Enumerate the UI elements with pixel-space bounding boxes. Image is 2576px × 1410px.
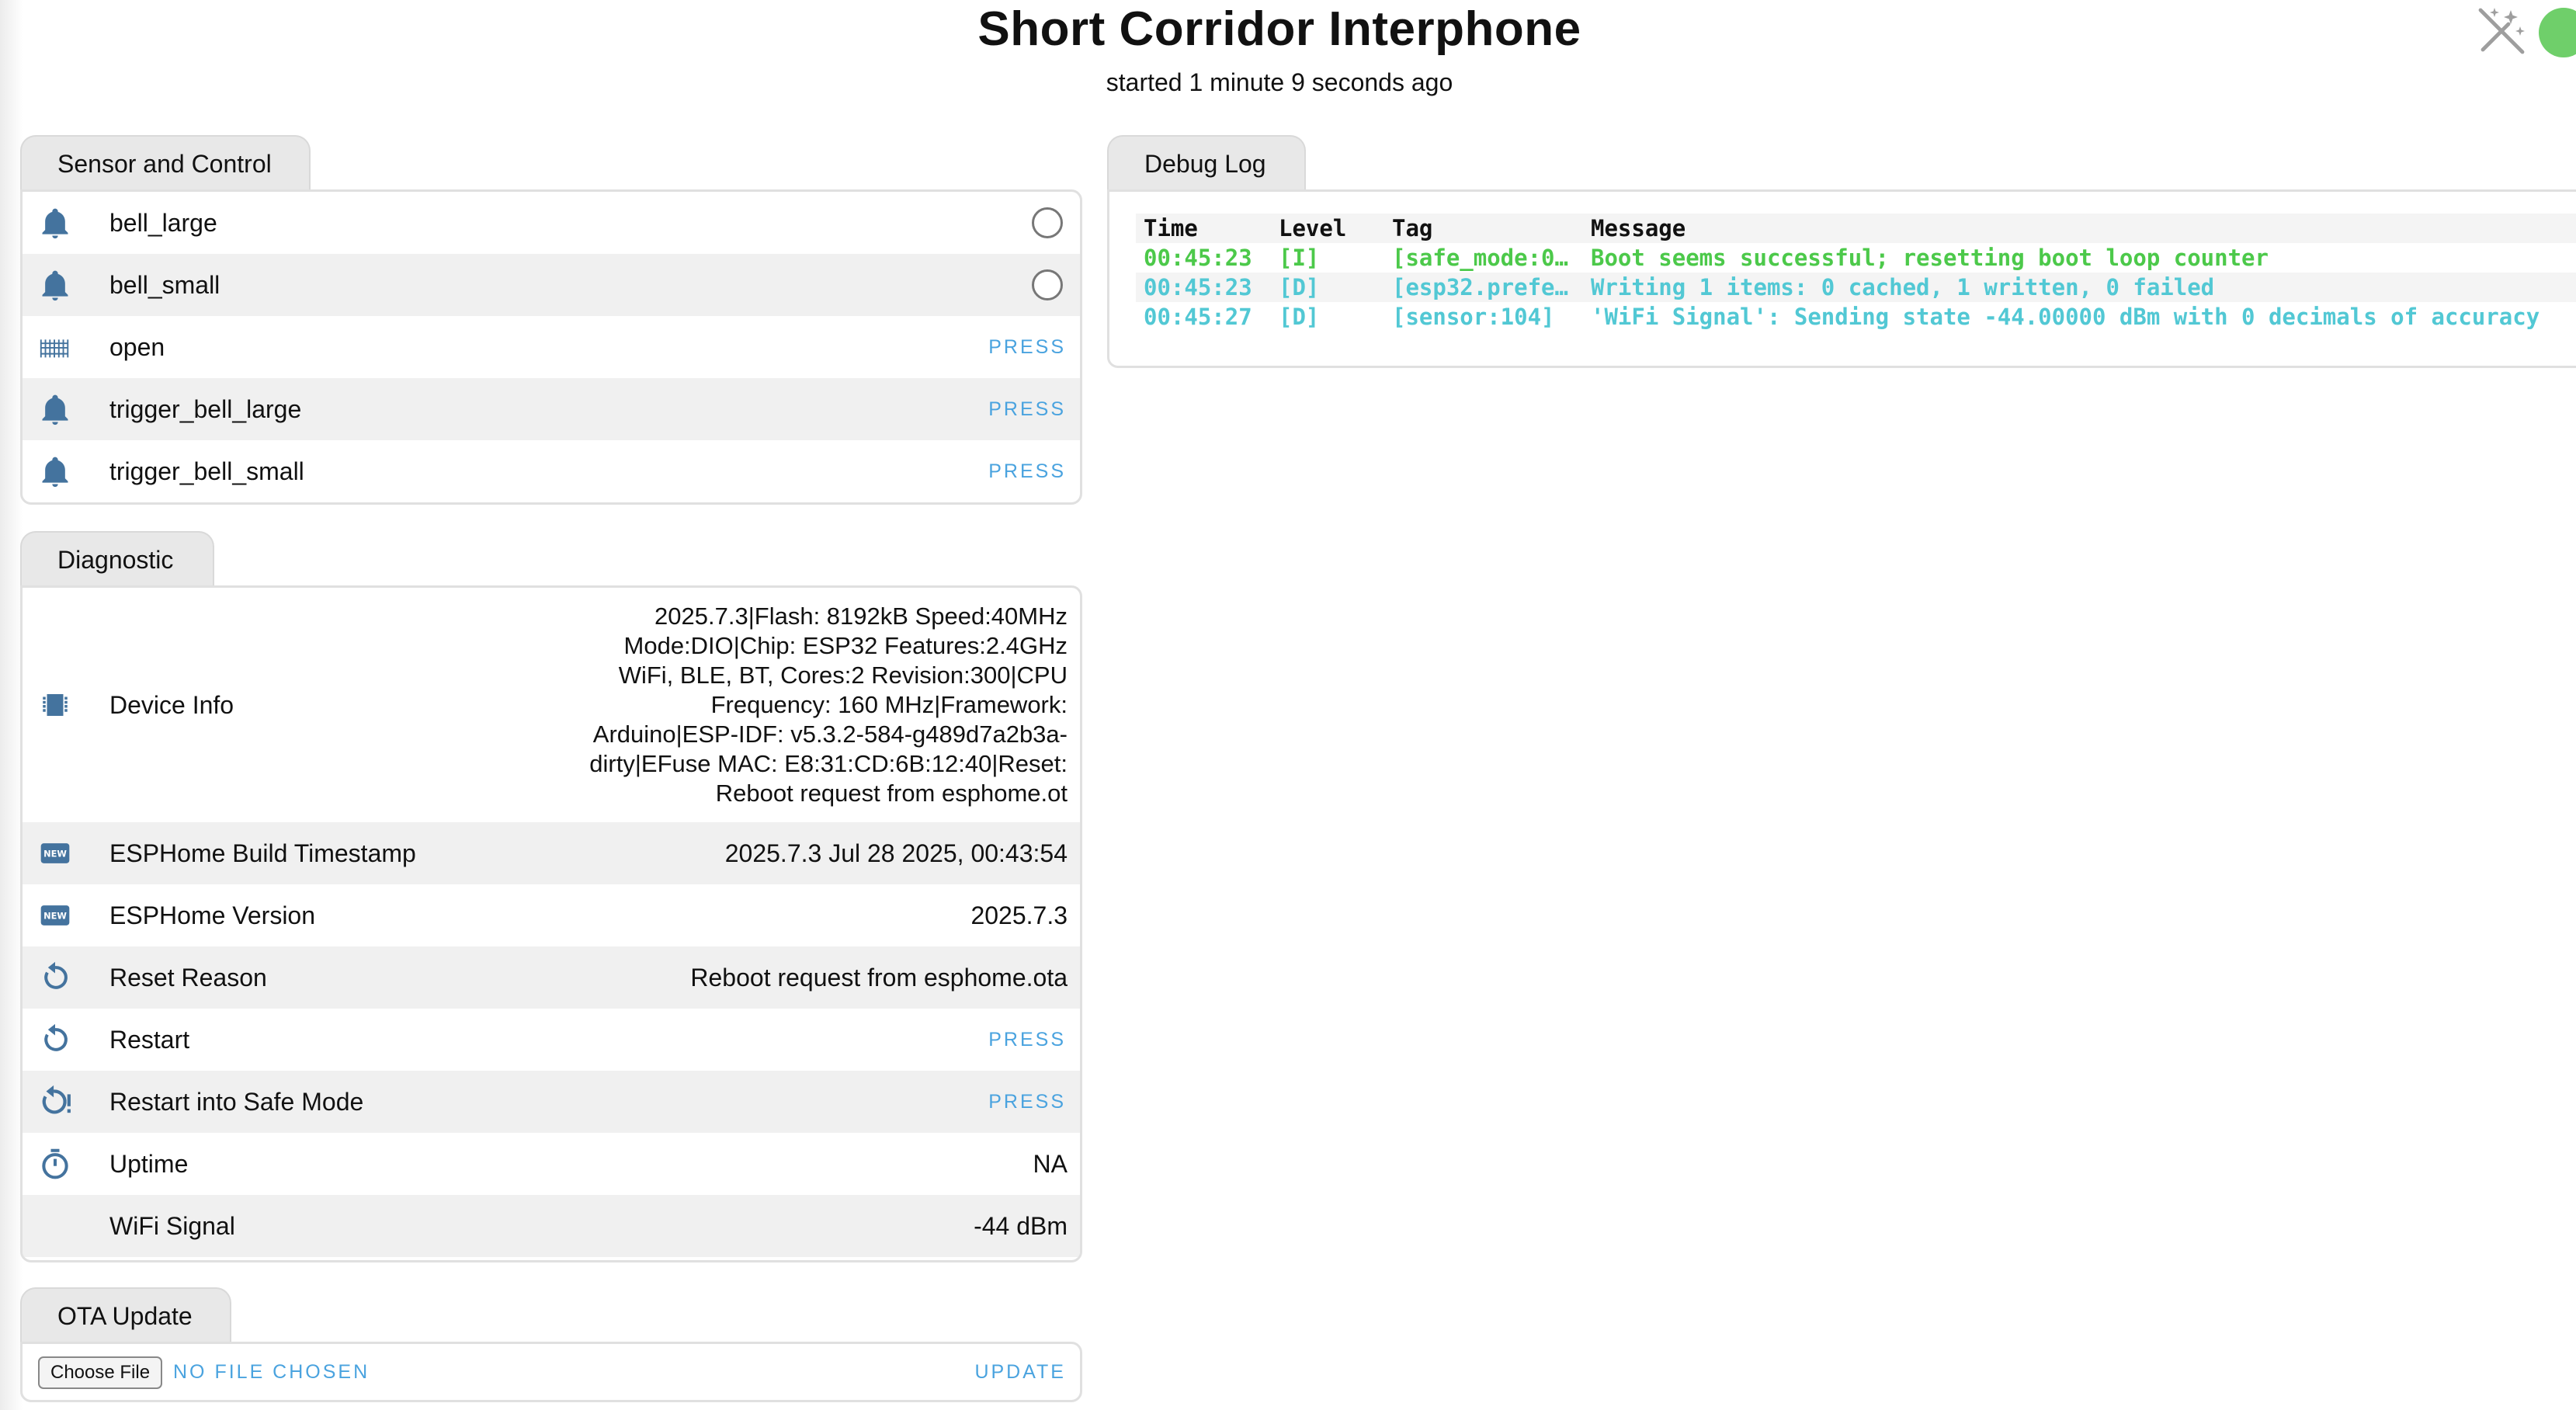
entity-label: Reset Reason [109, 963, 267, 992]
log-header-tag: Tag [1392, 215, 1433, 241]
log-level: [I] [1279, 245, 1320, 271]
bell-icon [36, 453, 74, 490]
log-header-message: Message [1591, 215, 1686, 241]
log-header-time: Time [1144, 215, 1198, 241]
entity-label: Restart [109, 1025, 190, 1054]
entity-label: ESPHome Version [109, 901, 316, 929]
entity-row-build-timestamp: NEW ESPHome Build Timestamp 2025.7.3 Jul… [23, 822, 1080, 884]
update-button[interactable]: UPDATE [974, 1361, 1066, 1384]
entity-row-bell-small: bell_small [23, 254, 1080, 316]
entity-row-wifi-signal: WiFi Signal -44 dBm [23, 1195, 1080, 1257]
tab-diagnostic[interactable]: Diagnostic [20, 531, 214, 587]
page-title: Short Corridor Interphone [977, 2, 1581, 56]
log-message: Writing 1 items: 0 cached, 1 written, 0 … [1591, 274, 2215, 300]
new-box-icon: NEW [36, 897, 74, 934]
entity-label: Uptime [109, 1149, 189, 1178]
svg-text:NEW: NEW [43, 849, 67, 860]
entity-label: trigger_bell_large [109, 394, 302, 423]
svg-text:NEW: NEW [43, 911, 67, 922]
entity-label: bell_large [109, 208, 217, 237]
entity-row-open: open PRESS [23, 316, 1080, 378]
chip-icon [36, 686, 74, 724]
restart-icon [36, 959, 74, 996]
log-level: [D] [1279, 304, 1320, 330]
entity-value: 2025.7.3 [970, 901, 1068, 929]
log-tag: [safe_mode:04… [1392, 245, 1578, 271]
diagnostic-panel: Device Info 2025.7.3|Flash: 8192kB Speed… [20, 585, 1082, 1262]
entity-row-device-info: Device Info 2025.7.3|Flash: 8192kB Speed… [23, 588, 1080, 822]
log-message: Boot seems successful; resetting boot lo… [1591, 245, 2269, 271]
choose-file-button[interactable]: Choose File [38, 1356, 163, 1389]
entity-row-trigger-bell-small: trigger_bell_small PRESS [23, 440, 1080, 502]
entity-label: Restart into Safe Mode [109, 1087, 364, 1116]
bell-icon [36, 266, 74, 304]
log-time: 00:45:23 [1144, 245, 1252, 271]
log-tag: [esp32.prefer… [1392, 274, 1578, 300]
switch-toggle[interactable] [1032, 207, 1063, 238]
log-row: 00:45:23 [D] [esp32.prefer… Writing 1 it… [1136, 273, 2576, 302]
entity-label: ESPHome Build Timestamp [109, 839, 416, 867]
log-row: 00:45:27 [D] [sensor:104] 'WiFi Signal':… [1136, 302, 2576, 332]
restart-alert-icon [36, 1083, 74, 1120]
uptime-subtitle: started 1 minute 9 seconds ago [1106, 68, 1453, 96]
timer-icon [36, 1145, 74, 1183]
press-button[interactable]: PRESS [988, 398, 1066, 421]
debug-log-section: Debug Log Time Level Tag Message 00:45:2… [1107, 135, 2576, 368]
bell-icon [36, 204, 74, 241]
entity-label: open [109, 332, 165, 361]
log-time: 00:45:27 [1144, 304, 1252, 330]
entity-value: 2025.7.3 Jul 28 2025, 00:43:54 [724, 839, 1068, 867]
tab-ota-update[interactable]: OTA Update [20, 1287, 231, 1343]
log-row: 00:45:23 [I] [safe_mode:04… Boot seems s… [1136, 243, 2576, 273]
entity-row-restart-safe-mode: Restart into Safe Mode PRESS [23, 1071, 1080, 1133]
switch-toggle[interactable] [1032, 269, 1063, 300]
ota-panel: Choose File NO FILE CHOSEN UPDATE [20, 1342, 1082, 1402]
page-header: Short Corridor Interphone started 1 minu… [0, 0, 2576, 116]
entity-value: -44 dBm [974, 1211, 1068, 1240]
log-time: 00:45:23 [1144, 274, 1252, 300]
sensor-control-panel: bell_large bell_small open PRESS trigger… [20, 189, 1082, 505]
log-header-level: Level [1279, 215, 1347, 241]
bell-icon [36, 391, 74, 428]
entity-row-bell-large: bell_large [23, 192, 1080, 254]
file-status-label: NO FILE CHOSEN [173, 1361, 370, 1383]
press-button[interactable]: PRESS [988, 1091, 1066, 1113]
press-button[interactable]: PRESS [988, 336, 1066, 359]
entity-row-trigger-bell-large: trigger_bell_large PRESS [23, 378, 1080, 440]
entity-value: NA [1033, 1149, 1068, 1178]
entity-row-reset-reason: Reset Reason Reboot request from esphome… [23, 946, 1080, 1009]
entity-value: Reboot request from esphome.ota [690, 963, 1068, 992]
restart-icon [36, 1021, 74, 1058]
press-button[interactable]: PRESS [988, 1029, 1066, 1051]
new-box-icon: NEW [36, 835, 74, 872]
entity-label: bell_small [109, 270, 220, 299]
entity-row-uptime: Uptime NA [23, 1133, 1080, 1195]
tab-debug-log[interactable]: Debug Log [1107, 135, 1306, 191]
magic-wand-off-icon[interactable] [2474, 3, 2529, 59]
press-button[interactable]: PRESS [988, 460, 1066, 483]
log-message: 'WiFi Signal': Sending state -44.00000 d… [1591, 304, 2540, 330]
log-header-row: Time Level Tag Message [1136, 214, 2576, 243]
log-table: Time Level Tag Message 00:45:23 [I] [saf… [1136, 214, 2576, 332]
gate-icon [36, 328, 74, 366]
entity-label: Device Info [109, 690, 234, 719]
log-level: [D] [1279, 274, 1320, 300]
log-tag: [sensor:104] [1392, 304, 1555, 330]
tab-sensor-control[interactable]: Sensor and Control [20, 135, 311, 191]
entity-row-restart: Restart PRESS [23, 1009, 1080, 1071]
sensor-control-section: Sensor and Control bell_large bell_small… [20, 135, 1082, 505]
entity-label: trigger_bell_small [109, 457, 304, 485]
device-info-value: 2025.7.3|Flash: 8192kB Speed:40MHz Mode:… [589, 603, 1068, 807]
entity-label: WiFi Signal [109, 1211, 235, 1240]
ota-section: OTA Update Choose File NO FILE CHOSEN UP… [20, 1287, 1082, 1404]
diagnostic-section: Diagnostic Device Info 2025.7.3|Flash: 8… [20, 531, 1082, 1262]
debug-log-panel: Time Level Tag Message 00:45:23 [I] [saf… [1107, 189, 2576, 368]
entity-row-esphome-version: NEW ESPHome Version 2025.7.3 [23, 884, 1080, 946]
